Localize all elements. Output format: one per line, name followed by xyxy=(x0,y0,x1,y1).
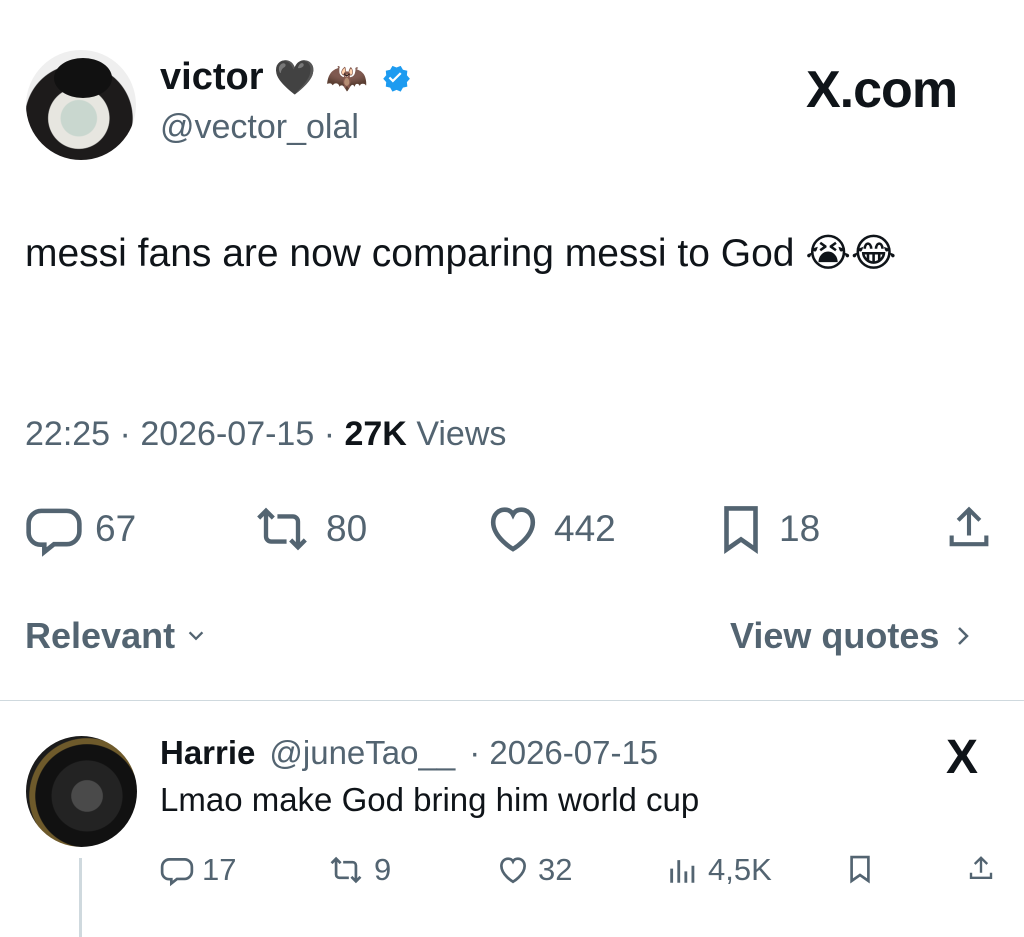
thread-line xyxy=(79,858,82,937)
post-actions: 67 80 442 18 xyxy=(25,494,995,560)
repost-icon xyxy=(326,853,366,887)
share-icon xyxy=(943,500,995,558)
chevron-down-icon xyxy=(185,625,207,647)
view-quotes-label: View quotes xyxy=(730,615,940,656)
reply-button[interactable]: 67 xyxy=(25,500,136,558)
author-display-name[interactable]: victor xyxy=(160,56,263,99)
like-count: 442 xyxy=(554,508,616,549)
post-views-count[interactable]: 27K xyxy=(344,415,406,453)
reply-share-button[interactable] xyxy=(966,852,996,886)
reply-date[interactable]: · 2026-07-15 xyxy=(469,734,658,772)
share-icon xyxy=(966,852,996,886)
section-divider xyxy=(0,700,1024,701)
reply-count: 67 xyxy=(95,508,137,549)
reply-author-handle[interactable]: @juneTao__ xyxy=(269,734,455,772)
repost-button[interactable]: 80 xyxy=(250,500,367,558)
analytics-icon xyxy=(666,853,700,887)
bookmark-button[interactable]: 18 xyxy=(715,500,820,558)
reply-like-count: 32 xyxy=(538,852,573,887)
repost-count: 80 xyxy=(326,508,368,549)
reply-text: Lmao make God bring him world cup xyxy=(160,781,700,818)
post-views-label: Views xyxy=(416,415,507,453)
like-button[interactable]: 442 xyxy=(484,500,616,558)
post-text: messi fans are now comparing messi to Go… xyxy=(25,232,897,275)
meta-separator: · xyxy=(119,415,131,453)
author-handle[interactable]: @vector_olal xyxy=(160,108,359,147)
reply-like-button[interactable]: 32 xyxy=(496,852,572,888)
repost-icon xyxy=(250,500,314,558)
reply-repost-count: 9 xyxy=(374,852,392,887)
bookmark-icon xyxy=(846,852,874,886)
post-meta: 22:25 · 2026-07-15 · 27K Views xyxy=(25,415,506,454)
bat-emoji: 🦇 xyxy=(325,58,369,97)
reply-repost-button[interactable]: 9 xyxy=(326,852,391,888)
reply-header: Harrie @juneTao__ · 2026-07-15 xyxy=(160,734,658,772)
bookmark-count: 18 xyxy=(779,508,821,549)
bookmark-icon xyxy=(715,500,767,558)
post-time[interactable]: 22:25 xyxy=(25,415,110,453)
chevron-right-icon xyxy=(953,624,973,648)
sort-label: Relevant xyxy=(25,615,176,656)
share-button[interactable] xyxy=(943,500,995,558)
reply-actions: 17 9 32 4,5K xyxy=(160,846,996,894)
black-heart-emoji: 🖤 xyxy=(273,58,316,97)
brand-label: X.com xyxy=(806,61,958,119)
view-quotes-link[interactable]: View quotes xyxy=(730,615,973,657)
author-name-row: victor 🖤 🦇 xyxy=(160,56,412,99)
post-date[interactable]: 2026-07-15 xyxy=(140,415,314,453)
meta-separator-2: · xyxy=(323,415,336,453)
heart-icon xyxy=(496,853,530,887)
author-avatar[interactable] xyxy=(26,50,136,160)
verified-badge-icon xyxy=(378,61,412,95)
reply-views-button[interactable]: 4,5K xyxy=(666,852,772,888)
reply-reply-count: 17 xyxy=(202,852,237,887)
reply-icon xyxy=(160,853,194,887)
reply-author-avatar[interactable] xyxy=(26,736,137,847)
reply-icon xyxy=(25,500,83,558)
reply-author-name[interactable]: Harrie xyxy=(160,734,255,772)
heart-icon xyxy=(484,500,542,558)
reply-reply-button[interactable]: 17 xyxy=(160,852,236,888)
sort-relevant-dropdown[interactable]: Relevant xyxy=(25,615,207,657)
reply-bookmark-button[interactable] xyxy=(846,852,874,886)
x-logo-icon: X xyxy=(946,731,979,784)
reply-views-count: 4,5K xyxy=(708,852,772,887)
